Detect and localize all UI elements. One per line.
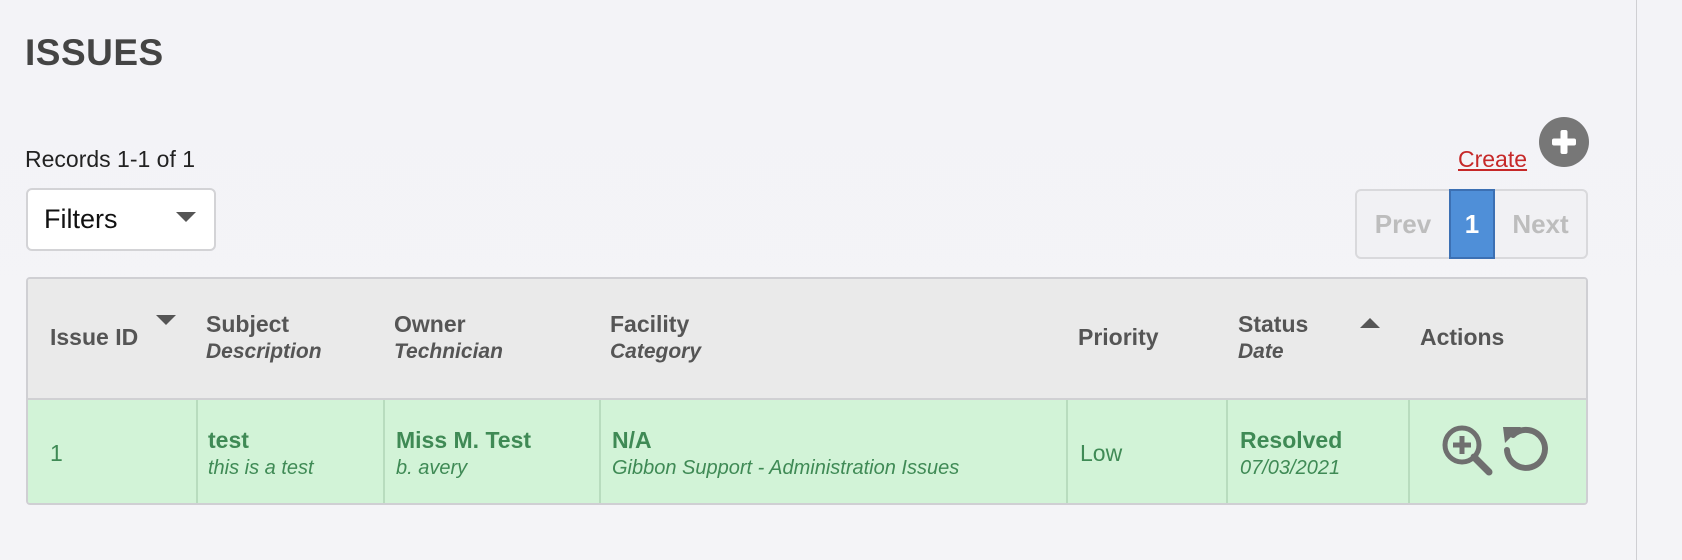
header-label: Subject xyxy=(206,311,290,337)
header-sublabel: Technician xyxy=(394,340,503,363)
header-sublabel: Date xyxy=(1238,340,1284,363)
cell-priority: Low xyxy=(1068,400,1228,503)
header-sublabel: Category xyxy=(610,340,702,363)
page-divider xyxy=(1636,0,1637,560)
next-page-button[interactable]: Next xyxy=(1495,209,1586,240)
cell-actions xyxy=(1410,400,1586,503)
status-date: 07/03/2021 xyxy=(1240,457,1341,479)
header-actions: Actions xyxy=(1410,279,1586,398)
header-facility[interactable]: Facility Category xyxy=(601,279,1068,398)
issue-id: 1 xyxy=(50,440,63,466)
pagination: Prev 1 Next xyxy=(1355,189,1588,259)
header-label: Issue ID xyxy=(50,324,139,350)
zoom-in-icon[interactable] xyxy=(1440,423,1494,482)
prev-page-button[interactable]: Prev xyxy=(1357,209,1449,240)
status: Resolved xyxy=(1240,427,1343,453)
description: this is a test xyxy=(208,457,314,479)
header-owner[interactable]: Owner Technician xyxy=(385,279,601,398)
reopen-icon[interactable] xyxy=(1499,423,1551,480)
header-label: Actions xyxy=(1420,324,1505,350)
issues-table: Issue ID Subject Description Owner Techn… xyxy=(26,277,1588,505)
owner: Miss M. Test xyxy=(396,427,532,453)
create-link[interactable]: Create xyxy=(1458,146,1527,173)
header-sublabel: Description xyxy=(206,340,322,363)
header-subject[interactable]: Subject Description xyxy=(198,279,385,398)
current-page-button[interactable]: 1 xyxy=(1449,189,1495,259)
facility: N/A xyxy=(612,427,652,453)
sort-ascending-icon[interactable] xyxy=(1360,318,1380,328)
table-header: Issue ID Subject Description Owner Techn… xyxy=(28,279,1586,400)
cell-owner: Miss M. Test b. avery xyxy=(385,400,601,503)
priority: Low xyxy=(1080,440,1123,466)
header-label: Status xyxy=(1238,311,1309,337)
technician: b. avery xyxy=(396,457,468,479)
header-priority[interactable]: Priority xyxy=(1068,279,1228,398)
header-label: Owner xyxy=(394,311,466,337)
header-status[interactable]: Status Date xyxy=(1228,279,1410,398)
cell-issue-id: 1 xyxy=(28,400,198,503)
filters-dropdown[interactable]: Filters xyxy=(26,188,216,251)
records-count: Records 1-1 of 1 xyxy=(25,146,196,172)
cell-subject: test this is a test xyxy=(198,400,385,503)
cell-facility: N/A Gibbon Support - Administration Issu… xyxy=(601,400,1068,503)
category: Gibbon Support - Administration Issues xyxy=(612,457,960,479)
plus-circle-icon[interactable] xyxy=(1539,117,1589,167)
page-title: ISSUES xyxy=(25,32,164,73)
cell-status: Resolved 07/03/2021 xyxy=(1228,400,1410,503)
filters-label: Filters xyxy=(44,204,118,234)
header-label: Facility xyxy=(610,311,690,337)
header-issue-id[interactable]: Issue ID xyxy=(28,279,198,398)
chevron-down-icon xyxy=(176,211,196,222)
subject: test xyxy=(208,427,249,453)
header-label: Priority xyxy=(1078,324,1159,350)
sort-descending-icon[interactable] xyxy=(156,315,176,325)
table-row[interactable]: 1 test this is a test Miss M. Test b. av… xyxy=(28,400,1586,503)
